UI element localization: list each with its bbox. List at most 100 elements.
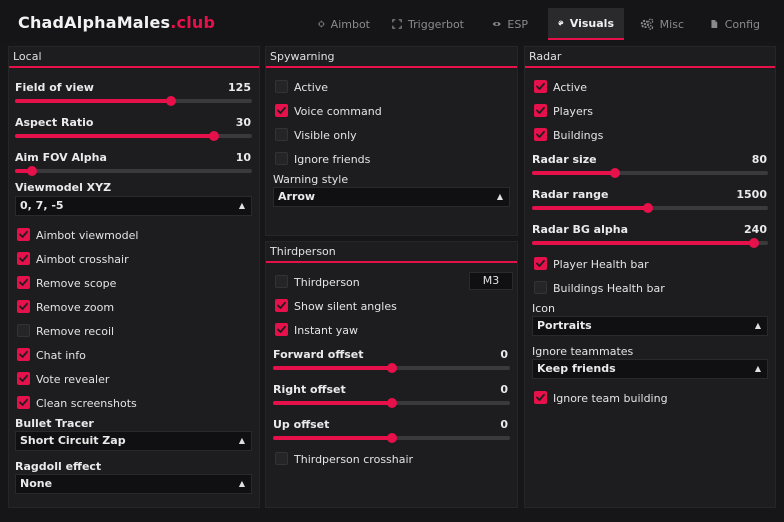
caret-up-icon: ▲ — [238, 436, 245, 445]
caret-up-icon: ▲ — [754, 321, 761, 330]
slider-fill — [532, 206, 648, 210]
thirdperson-keybind[interactable]: M3 — [469, 272, 513, 290]
radar-icon-select[interactable]: Portraits ▲ — [532, 316, 768, 336]
instant-yaw-checkbox[interactable] — [275, 323, 288, 336]
slider-knob[interactable] — [386, 398, 397, 408]
ignore-friends-checkbox[interactable] — [275, 152, 288, 165]
chat-info-checkbox[interactable] — [17, 348, 30, 361]
slider-knob[interactable] — [642, 203, 653, 213]
gears-icon — [640, 18, 654, 30]
aimbot-viewmodel-checkbox[interactable] — [17, 228, 30, 241]
bullet-tracer-label: Bullet Tracer — [15, 417, 94, 430]
palette-icon — [558, 20, 564, 26]
radar-buildings-checkbox[interactable] — [534, 128, 547, 141]
spywarning-active-checkbox[interactable] — [275, 80, 288, 93]
tab-triggerbot[interactable]: Triggerbot — [382, 8, 474, 40]
panel-divider — [525, 66, 775, 68]
viewmodel-value: 0, 7, -5 — [20, 199, 64, 212]
checkbox-label: Aimbot crosshair — [36, 253, 129, 266]
ignore-team-building-checkbox[interactable] — [534, 391, 547, 404]
buildings-health-bar-checkbox[interactable] — [534, 281, 547, 294]
crosshair-icon — [318, 20, 325, 28]
checkbox-label: Visible only — [294, 129, 357, 142]
checkmark-icon — [19, 230, 28, 238]
select-value: Short Circuit Zap — [20, 434, 126, 447]
slider-knob[interactable] — [386, 363, 397, 373]
bullet-tracer-select[interactable]: Short Circuit Zap ▲ — [15, 431, 252, 451]
forward-offset-slider[interactable] — [273, 363, 510, 373]
slider-knob[interactable] — [609, 168, 620, 178]
show-silent-angles-checkbox[interactable] — [275, 299, 288, 312]
vote-revealer-checkbox[interactable] — [17, 372, 30, 385]
remove-zoom-checkbox[interactable] — [17, 300, 30, 313]
aimbot-crosshair-checkbox[interactable] — [17, 252, 30, 265]
aspect-ratio-slider[interactable] — [15, 131, 252, 141]
slider-knob[interactable] — [209, 131, 220, 141]
radar-size-slider[interactable] — [532, 168, 768, 178]
tab-misc[interactable]: Misc — [630, 8, 694, 40]
checkbox-label: Clean screenshots — [36, 397, 137, 410]
voice-command-checkbox[interactable] — [275, 104, 288, 117]
thirdperson-crosshair-checkbox[interactable] — [275, 452, 288, 465]
checkbox-label: Aimbot viewmodel — [36, 229, 139, 242]
caret-up-icon: ▲ — [754, 364, 761, 373]
ignore-teammates-select[interactable]: Keep friends ▲ — [532, 359, 768, 379]
player-health-bar-checkbox[interactable] — [534, 257, 547, 270]
remove-recoil-checkbox[interactable] — [17, 324, 30, 337]
ignore-teammates-label: Ignore teammates — [532, 345, 634, 358]
slider-fill — [532, 171, 615, 175]
slider-label: Radar size — [532, 153, 597, 166]
clean-screenshots-checkbox[interactable] — [17, 396, 30, 409]
slider-knob[interactable] — [26, 166, 37, 176]
checkbox-label: Ignore friends — [294, 153, 371, 166]
tab-label: Config — [724, 17, 760, 31]
slider-knob[interactable] — [748, 238, 759, 248]
slider-knob[interactable] — [166, 96, 177, 106]
checkbox-label: Thirdperson — [294, 276, 360, 289]
checkbox-label: Active — [553, 81, 588, 94]
remove-scope-checkbox[interactable] — [17, 276, 30, 289]
slider-value: 30 — [235, 116, 251, 129]
thirdperson-checkbox[interactable] — [275, 275, 288, 288]
panel-title: Radar — [529, 50, 562, 63]
slider-label: Up offset — [273, 418, 330, 431]
visible-only-checkbox[interactable] — [275, 128, 288, 141]
checkbox-label: Buildings — [553, 129, 604, 142]
warning-style-select[interactable]: Arrow ▲ — [273, 187, 510, 207]
icon-label: Icon — [532, 302, 555, 315]
slider-fill — [532, 241, 754, 245]
tab-visuals[interactable]: Visuals — [548, 8, 624, 40]
slider-label: Right offset — [273, 383, 346, 396]
checkbox-label: Remove scope — [36, 277, 117, 290]
slider-fill — [15, 99, 172, 103]
warning-style-label: Warning style — [273, 173, 349, 186]
tab-esp[interactable]: ESP — [482, 8, 538, 40]
radar-players-checkbox[interactable] — [534, 104, 547, 117]
checkbox-label: Player Health bar — [553, 258, 649, 271]
slider-label: Aim FOV Alpha — [15, 151, 107, 164]
right-offset-slider[interactable] — [273, 398, 510, 408]
tab-bar: Aimbot Triggerbot ESP Visuals Misc Confi… — [0, 8, 784, 40]
spywarning-panel: Spywarning Active Voice command Visible … — [265, 46, 518, 236]
tab-label: Visuals — [569, 16, 614, 30]
radar-range-slider[interactable] — [532, 203, 768, 213]
tab-aimbot[interactable]: Aimbot — [308, 8, 380, 40]
aim-fov-alpha-slider[interactable] — [15, 166, 252, 176]
checkmark-icon — [19, 398, 28, 406]
ragdoll-effect-select[interactable]: None ▲ — [15, 474, 252, 494]
checkbox-label: Chat info — [36, 349, 86, 362]
field-of-view-slider[interactable] — [15, 96, 252, 106]
up-offset-slider[interactable] — [273, 433, 510, 443]
tab-label: Triggerbot — [408, 17, 464, 31]
slider-label: Forward offset — [273, 348, 364, 361]
viewmodel-xyz-input[interactable]: 0, 7, -5 ▲ — [15, 196, 252, 216]
radar-active-checkbox[interactable] — [534, 80, 547, 93]
tab-config[interactable]: Config — [700, 8, 770, 40]
slider-fill — [273, 366, 392, 370]
select-value: Keep friends — [537, 362, 616, 375]
slider-knob[interactable] — [386, 433, 397, 443]
thirdperson-panel: Thirdperson Thirdperson M3 Show silent a… — [265, 241, 518, 508]
local-panel: Local Field of view 125 Aspect Ratio 30 … — [8, 46, 260, 508]
file-icon — [711, 20, 718, 28]
radar-bg-alpha-slider[interactable] — [532, 238, 768, 248]
